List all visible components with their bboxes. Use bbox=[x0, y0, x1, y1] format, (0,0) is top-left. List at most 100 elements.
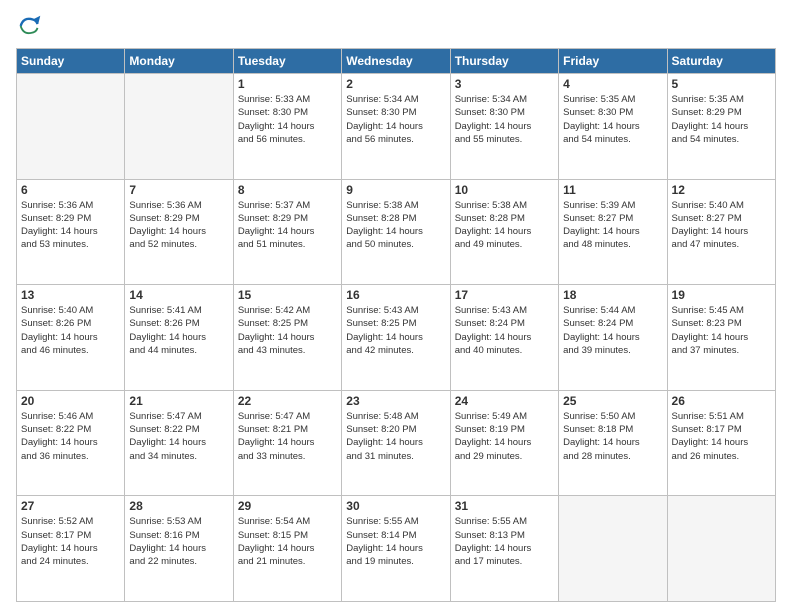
calendar-cell: 10Sunrise: 5:38 AM Sunset: 8:28 PM Dayli… bbox=[450, 179, 558, 285]
calendar-cell: 15 Sunrise: 5:42 AM Sunset: 8:25 PM Dayli… bbox=[233, 285, 341, 391]
day-number: 27 bbox=[21, 499, 120, 513]
calendar-cell: 23 Sunrise: 5:48 AM Sunset: 8:20 PM Dayli… bbox=[342, 390, 450, 496]
calendar-header-monday: Monday bbox=[125, 49, 233, 74]
calendar-cell: 19Sunrise: 5:45 AM Sunset: 8:23 PM Dayli… bbox=[667, 285, 775, 391]
calendar-cell: 11Sunrise: 5:39 AM Sunset: 8:27 PM Dayli… bbox=[559, 179, 667, 285]
calendar-cell: 21Sunrise: 5:47 AM Sunset: 8:22 PM Dayli… bbox=[125, 390, 233, 496]
calendar-cell: 24 Sunrise: 5:49 AM Sunset: 8:19 PM Dayli… bbox=[450, 390, 558, 496]
day-detail: Sunrise: 5:36 AM Sunset: 8:29 PM Dayligh… bbox=[21, 199, 120, 252]
day-detail: Sunrise: 5:35 AM Sunset: 8:29 PM Dayligh… bbox=[672, 93, 771, 146]
calendar-week-3: 13 Sunrise: 5:40 AM Sunset: 8:26 PM Dayli… bbox=[17, 285, 776, 391]
day-detail: Sunrise: 5:40 AM Sunset: 8:27 PM Dayligh… bbox=[672, 199, 771, 252]
day-detail: Sunrise: 5:43 AM Sunset: 8:25 PM Dayligh… bbox=[346, 304, 445, 357]
day-number: 30 bbox=[346, 499, 445, 513]
calendar-cell bbox=[125, 74, 233, 180]
calendar-week-1: 1 Sunrise: 5:33 AM Sunset: 8:30 PM Daylig… bbox=[17, 74, 776, 180]
calendar-cell: 28 Sunrise: 5:53 AM Sunset: 8:16 PM Dayli… bbox=[125, 496, 233, 602]
page: SundayMondayTuesdayWednesdayThursdayFrid… bbox=[0, 0, 792, 612]
calendar-cell: 1 Sunrise: 5:33 AM Sunset: 8:30 PM Daylig… bbox=[233, 74, 341, 180]
day-detail: Sunrise: 5:55 AM Sunset: 8:14 PM Dayligh… bbox=[346, 515, 445, 568]
day-number: 6 bbox=[21, 183, 120, 197]
day-number: 31 bbox=[455, 499, 554, 513]
day-detail: Sunrise: 5:49 AM Sunset: 8:19 PM Dayligh… bbox=[455, 410, 554, 463]
day-detail: Sunrise: 5:35 AM Sunset: 8:30 PM Dayligh… bbox=[563, 93, 662, 146]
day-detail: Sunrise: 5:55 AM Sunset: 8:13 PM Dayligh… bbox=[455, 515, 554, 568]
day-number: 23 bbox=[346, 394, 445, 408]
calendar-cell bbox=[667, 496, 775, 602]
calendar-cell: 16 Sunrise: 5:43 AM Sunset: 8:25 PM Dayli… bbox=[342, 285, 450, 391]
day-number: 8 bbox=[238, 183, 337, 197]
calendar-cell: 14 Sunrise: 5:41 AM Sunset: 8:26 PM Dayli… bbox=[125, 285, 233, 391]
day-detail: Sunrise: 5:50 AM Sunset: 8:18 PM Dayligh… bbox=[563, 410, 662, 463]
day-detail: Sunrise: 5:39 AM Sunset: 8:27 PM Dayligh… bbox=[563, 199, 662, 252]
day-number: 18 bbox=[563, 288, 662, 302]
calendar-cell: 4 Sunrise: 5:35 AM Sunset: 8:30 PM Daylig… bbox=[559, 74, 667, 180]
day-number: 9 bbox=[346, 183, 445, 197]
logo-icon bbox=[16, 12, 44, 40]
day-number: 1 bbox=[238, 77, 337, 91]
calendar-cell: 8Sunrise: 5:37 AM Sunset: 8:29 PM Daylig… bbox=[233, 179, 341, 285]
calendar-cell: 26 Sunrise: 5:51 AM Sunset: 8:17 PM Dayli… bbox=[667, 390, 775, 496]
calendar-cell: 29 Sunrise: 5:54 AM Sunset: 8:15 PM Dayli… bbox=[233, 496, 341, 602]
day-detail: Sunrise: 5:47 AM Sunset: 8:21 PM Dayligh… bbox=[238, 410, 337, 463]
calendar-cell: 20 Sunrise: 5:46 AM Sunset: 8:22 PM Dayli… bbox=[17, 390, 125, 496]
calendar-header-friday: Friday bbox=[559, 49, 667, 74]
day-number: 20 bbox=[21, 394, 120, 408]
calendar-cell bbox=[17, 74, 125, 180]
day-detail: Sunrise: 5:45 AM Sunset: 8:23 PM Dayligh… bbox=[672, 304, 771, 357]
day-detail: Sunrise: 5:47 AM Sunset: 8:22 PM Dayligh… bbox=[129, 410, 228, 463]
day-detail: Sunrise: 5:54 AM Sunset: 8:15 PM Dayligh… bbox=[238, 515, 337, 568]
calendar-cell: 12 Sunrise: 5:40 AM Sunset: 8:27 PM Dayli… bbox=[667, 179, 775, 285]
day-number: 14 bbox=[129, 288, 228, 302]
day-detail: Sunrise: 5:41 AM Sunset: 8:26 PM Dayligh… bbox=[129, 304, 228, 357]
day-detail: Sunrise: 5:51 AM Sunset: 8:17 PM Dayligh… bbox=[672, 410, 771, 463]
day-number: 29 bbox=[238, 499, 337, 513]
day-number: 25 bbox=[563, 394, 662, 408]
day-number: 22 bbox=[238, 394, 337, 408]
calendar-cell: 13 Sunrise: 5:40 AM Sunset: 8:26 PM Dayli… bbox=[17, 285, 125, 391]
day-detail: Sunrise: 5:46 AM Sunset: 8:22 PM Dayligh… bbox=[21, 410, 120, 463]
calendar-cell: 9 Sunrise: 5:38 AM Sunset: 8:28 PM Daylig… bbox=[342, 179, 450, 285]
day-number: 16 bbox=[346, 288, 445, 302]
calendar-cell: 25 Sunrise: 5:50 AM Sunset: 8:18 PM Dayli… bbox=[559, 390, 667, 496]
day-number: 7 bbox=[129, 183, 228, 197]
day-number: 2 bbox=[346, 77, 445, 91]
day-number: 24 bbox=[455, 394, 554, 408]
day-detail: Sunrise: 5:33 AM Sunset: 8:30 PM Dayligh… bbox=[238, 93, 337, 146]
day-detail: Sunrise: 5:34 AM Sunset: 8:30 PM Dayligh… bbox=[455, 93, 554, 146]
calendar-cell: 5 Sunrise: 5:35 AM Sunset: 8:29 PM Daylig… bbox=[667, 74, 775, 180]
day-number: 5 bbox=[672, 77, 771, 91]
day-detail: Sunrise: 5:43 AM Sunset: 8:24 PM Dayligh… bbox=[455, 304, 554, 357]
day-detail: Sunrise: 5:36 AM Sunset: 8:29 PM Dayligh… bbox=[129, 199, 228, 252]
day-detail: Sunrise: 5:40 AM Sunset: 8:26 PM Dayligh… bbox=[21, 304, 120, 357]
calendar-cell: 17 Sunrise: 5:43 AM Sunset: 8:24 PM Dayli… bbox=[450, 285, 558, 391]
calendar-cell bbox=[559, 496, 667, 602]
day-detail: Sunrise: 5:52 AM Sunset: 8:17 PM Dayligh… bbox=[21, 515, 120, 568]
day-detail: Sunrise: 5:42 AM Sunset: 8:25 PM Dayligh… bbox=[238, 304, 337, 357]
calendar-header-row: SundayMondayTuesdayWednesdayThursdayFrid… bbox=[17, 49, 776, 74]
day-detail: Sunrise: 5:34 AM Sunset: 8:30 PM Dayligh… bbox=[346, 93, 445, 146]
day-number: 26 bbox=[672, 394, 771, 408]
calendar-week-2: 6 Sunrise: 5:36 AM Sunset: 8:29 PM Daylig… bbox=[17, 179, 776, 285]
calendar-header-wednesday: Wednesday bbox=[342, 49, 450, 74]
calendar-week-4: 20 Sunrise: 5:46 AM Sunset: 8:22 PM Dayli… bbox=[17, 390, 776, 496]
calendar-header-sunday: Sunday bbox=[17, 49, 125, 74]
day-detail: Sunrise: 5:48 AM Sunset: 8:20 PM Dayligh… bbox=[346, 410, 445, 463]
logo bbox=[16, 12, 48, 40]
day-detail: Sunrise: 5:44 AM Sunset: 8:24 PM Dayligh… bbox=[563, 304, 662, 357]
day-number: 4 bbox=[563, 77, 662, 91]
day-number: 13 bbox=[21, 288, 120, 302]
calendar-cell: 3Sunrise: 5:34 AM Sunset: 8:30 PM Daylig… bbox=[450, 74, 558, 180]
calendar-cell: 2 Sunrise: 5:34 AM Sunset: 8:30 PM Daylig… bbox=[342, 74, 450, 180]
day-number: 17 bbox=[455, 288, 554, 302]
day-number: 15 bbox=[238, 288, 337, 302]
day-detail: Sunrise: 5:38 AM Sunset: 8:28 PM Dayligh… bbox=[346, 199, 445, 252]
calendar-cell: 18 Sunrise: 5:44 AM Sunset: 8:24 PM Dayli… bbox=[559, 285, 667, 391]
day-detail: Sunrise: 5:53 AM Sunset: 8:16 PM Dayligh… bbox=[129, 515, 228, 568]
calendar-cell: 31 Sunrise: 5:55 AM Sunset: 8:13 PM Dayli… bbox=[450, 496, 558, 602]
day-number: 28 bbox=[129, 499, 228, 513]
calendar-cell: 6 Sunrise: 5:36 AM Sunset: 8:29 PM Daylig… bbox=[17, 179, 125, 285]
day-number: 12 bbox=[672, 183, 771, 197]
calendar-cell: 22 Sunrise: 5:47 AM Sunset: 8:21 PM Dayli… bbox=[233, 390, 341, 496]
calendar-header-tuesday: Tuesday bbox=[233, 49, 341, 74]
